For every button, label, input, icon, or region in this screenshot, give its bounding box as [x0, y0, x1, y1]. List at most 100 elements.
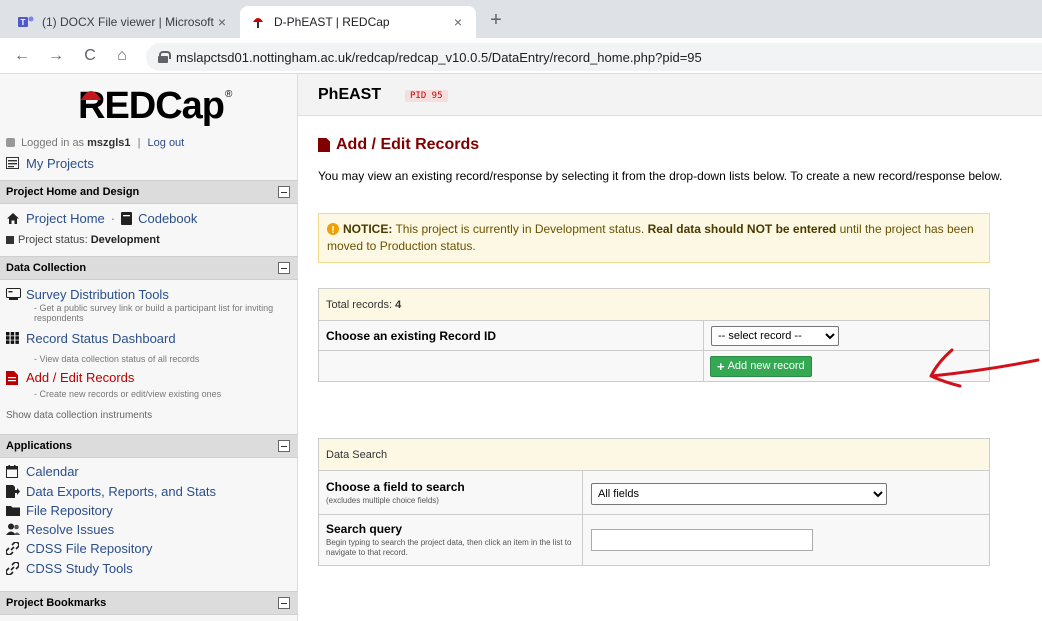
section-project-home: Project Home and Design — [0, 180, 298, 204]
data-search-table: Data Search Choose a field to search (ex… — [318, 438, 990, 566]
item-description: - Create new records or edit/view existi… — [34, 389, 222, 399]
lock-icon — [6, 138, 15, 147]
calendar-icon — [6, 465, 20, 478]
search-query-label-cell: Search query Begin typing to search the … — [319, 515, 574, 565]
codebook-link[interactable]: Codebook — [138, 211, 197, 226]
calendar-link[interactable]: Calendar — [6, 464, 79, 479]
page-title-text: Add / Edit Records — [336, 136, 480, 153]
new-tab-button[interactable]: + — [484, 9, 508, 33]
collapse-icon[interactable] — [278, 186, 290, 198]
search-field-sublabel: (excludes multiple choice fields) — [326, 495, 439, 505]
section-title: Project Home and Design — [6, 186, 140, 198]
search-field-label: Choose a field to search — [326, 479, 465, 494]
record-status-dashboard-link[interactable]: Record Status Dashboard — [6, 331, 176, 346]
add-edit-records-link[interactable]: Add / Edit Records — [6, 370, 134, 385]
link-icon — [5, 541, 20, 556]
item-label: Resolve Issues — [26, 522, 115, 537]
survey-icon — [6, 288, 21, 301]
section-title: Data Collection — [6, 262, 87, 274]
show-instruments-link[interactable]: Show data collection instruments — [6, 410, 152, 421]
project-status: Project status: Development — [6, 234, 160, 246]
intro-text: You may view an existing record/response… — [318, 169, 1003, 183]
home-button[interactable]: ⌂ — [110, 44, 134, 68]
url-field[interactable]: mslapctsd01.nottingham.ac.uk/redcap/redc… — [146, 43, 1042, 71]
collapse-icon[interactable] — [278, 597, 290, 609]
add-new-record-button[interactable]: + Add new record — [710, 356, 812, 377]
close-tab-icon[interactable]: × — [450, 14, 466, 30]
project-status-label: Project status: — [18, 234, 88, 246]
data-exports-link[interactable]: Data Exports, Reports, and Stats — [6, 484, 216, 499]
pid-badge: PID 95 — [405, 90, 448, 102]
data-search-title: Data Search — [319, 439, 989, 471]
records-table: Total records: 4 Choose an existing Reco… — [318, 288, 990, 382]
tab-title: D-PhEAST | REDCap — [274, 15, 390, 29]
search-query-row: Search query Begin typing to search the … — [319, 515, 989, 565]
cdss-file-repository-link[interactable]: CDSS File Repository — [5, 541, 153, 556]
project-status-value: Development — [90, 234, 160, 246]
total-records: Total records: 4 — [319, 289, 989, 321]
item-label: File Repository — [26, 503, 113, 518]
item-description: - View data collection status of all rec… — [34, 354, 200, 364]
total-label: Total records: — [326, 299, 393, 311]
url-text: mslapctsd01.nottingham.ac.uk/redcap/redc… — [176, 49, 702, 65]
my-projects-link[interactable]: My Projects — [6, 156, 94, 171]
record-id-select[interactable]: -- select record -- — [711, 326, 839, 346]
page-title: Add / Edit Records — [318, 136, 479, 154]
back-button[interactable]: ← — [10, 44, 34, 68]
section-applications: Applications — [0, 434, 298, 458]
close-tab-icon[interactable]: × — [214, 14, 230, 30]
notice-label: NOTICE: — [343, 222, 393, 236]
search-query-label: Search query — [326, 522, 403, 536]
browser-tab-docx[interactable]: T (1) DOCX File viewer | Microsoft T × — [8, 6, 240, 38]
left-sidebar: REDCap ® Logged in as mszgls1 | Log out … — [0, 74, 298, 621]
item-label: Add / Edit Records — [26, 370, 135, 385]
survey-distribution-tools-link[interactable]: Survey Distribution Tools — [6, 287, 169, 302]
search-query-sublabel: Begin typing to search the project data,… — [326, 538, 572, 557]
section-project-bookmarks: Project Bookmarks — [0, 591, 298, 615]
separator: | — [137, 137, 141, 149]
lock-icon — [158, 51, 171, 63]
collapse-icon[interactable] — [278, 440, 290, 452]
project-name: PhEAST — [318, 86, 382, 103]
collapse-icon[interactable] — [278, 262, 290, 274]
resolve-issues-link[interactable]: Resolve Issues — [6, 522, 114, 537]
export-icon — [6, 485, 20, 498]
add-new-record-label: Add new record — [727, 360, 805, 372]
section-title: Project Bookmarks — [6, 597, 107, 609]
search-field-label-cell: Choose a field to search (excludes multi… — [319, 471, 465, 514]
item-label: Survey Distribution Tools — [26, 287, 169, 302]
projects-list-icon — [6, 157, 20, 170]
logo-registered: ® — [225, 89, 233, 100]
annotation-arrow-icon — [929, 348, 1040, 388]
project-home-row: Project Home · Codebook — [6, 211, 197, 226]
reload-button[interactable]: C — [78, 44, 102, 68]
section-data-collection: Data Collection — [0, 256, 298, 280]
search-query-input[interactable] — [591, 529, 813, 551]
column-divider — [582, 471, 583, 514]
status-square-icon — [6, 236, 14, 244]
cdss-study-tools-link[interactable]: CDSS Study Tools — [5, 561, 133, 576]
section-title: Applications — [6, 440, 73, 452]
browser-tab-redcap[interactable]: D-PhEAST | REDCap × — [240, 6, 476, 38]
notice-bold: Real data should NOT be entered — [647, 222, 837, 236]
logout-link[interactable]: Log out — [148, 137, 185, 149]
folder-icon — [6, 504, 20, 517]
document-icon — [318, 138, 330, 152]
add-record-row: + Add new record — [319, 351, 989, 381]
forward-button[interactable]: → — [44, 44, 68, 68]
search-field-select[interactable]: All fields — [591, 483, 887, 505]
search-field-row: Choose a field to search (excludes multi… — [319, 471, 989, 515]
redcap-logo[interactable]: REDCap ® — [78, 80, 232, 128]
project-home-link[interactable]: Project Home — [26, 211, 105, 226]
tab-title: (1) DOCX File viewer | Microsoft T — [42, 15, 214, 29]
item-description: - Get a public survey link or build a pa… — [34, 303, 274, 323]
link-icon — [5, 561, 20, 576]
browser-tab-strip: T (1) DOCX File viewer | Microsoft T × D… — [0, 0, 1042, 38]
address-bar: ← → C ⌂ mslapctsd01.nottingham.ac.uk/red… — [0, 38, 1042, 74]
logged-in-prefix: Logged in as — [21, 137, 85, 149]
file-repository-link[interactable]: File Repository — [6, 503, 113, 518]
item-label: CDSS File Repository — [26, 541, 153, 556]
separator-dot: · — [110, 211, 116, 226]
svg-text:T: T — [21, 18, 26, 27]
item-label: CDSS Study Tools — [26, 561, 133, 576]
